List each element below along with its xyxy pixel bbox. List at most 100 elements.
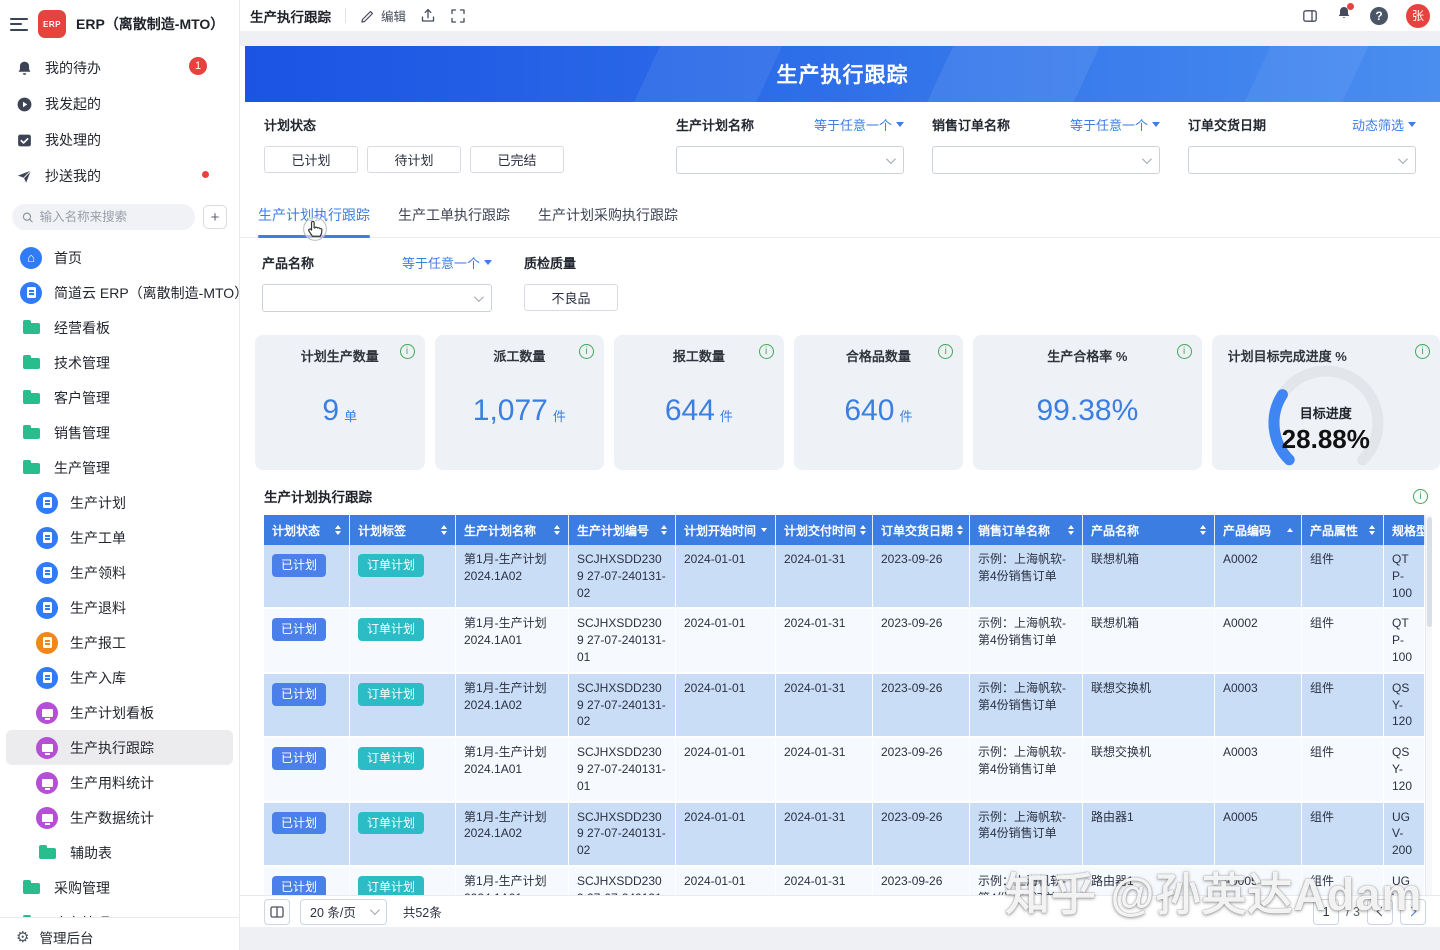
sidebar-item[interactable]: 采购管理 xyxy=(6,870,233,905)
delivery-date-select[interactable] xyxy=(1188,146,1416,174)
notifications-button[interactable] xyxy=(1336,5,1352,26)
sort-icon[interactable] xyxy=(335,525,341,535)
column-header[interactable]: 规格型号 xyxy=(1384,515,1425,545)
sidebar-item-cc-to-me[interactable]: 抄送我的 xyxy=(0,158,239,194)
table-cell: 示例：上海帆软-第4份销售订单 xyxy=(970,738,1083,800)
sidebar-item[interactable]: 生产退料 xyxy=(6,590,233,625)
operator-link[interactable]: 等于任意一个 xyxy=(402,253,492,272)
search-box[interactable] xyxy=(12,204,195,230)
sidebar-item-admin-console[interactable]: ⚙ 管理后台 xyxy=(0,917,239,950)
column-header[interactable]: 销售订单名称 xyxy=(970,515,1083,545)
sidebar-item[interactable]: 销售管理 xyxy=(6,415,233,450)
column-header[interactable]: 生产计划名称 xyxy=(456,515,569,545)
sidebar-item[interactable]: ⌂首页 xyxy=(6,240,233,275)
chevron-down-icon xyxy=(896,122,904,127)
tab-plan-tracking[interactable]: 生产计划执行跟踪 xyxy=(258,205,370,237)
filter-label: 质检质量 xyxy=(524,253,618,272)
sort-icon[interactable] xyxy=(1369,525,1375,535)
sort-icon[interactable] xyxy=(1200,525,1206,535)
column-header[interactable]: 计划交付时间 xyxy=(776,515,873,545)
sales-order-select[interactable] xyxy=(932,146,1160,174)
info-icon[interactable]: i xyxy=(1415,344,1430,359)
table-row[interactable]: 已计划订单计划第1月-生产计划 2024.1A02SCJHXSDD2309 27… xyxy=(264,803,1425,867)
tab-workorder-tracking[interactable]: 生产工单执行跟踪 xyxy=(398,205,510,237)
sort-icon[interactable] xyxy=(761,528,767,532)
table-row[interactable]: 已计划订单计划第1月-生产计划 2024.1A01SCJHXSDD2309 27… xyxy=(264,738,1425,802)
sort-icon[interactable] xyxy=(860,525,866,535)
gear-icon: ⚙ xyxy=(16,928,29,946)
product-name-select[interactable] xyxy=(262,284,492,312)
sidebar-item[interactable]: 生产工单 xyxy=(6,520,233,555)
sidebar-item[interactable]: 技术管理 xyxy=(6,345,233,380)
sidebar-item[interactable]: 生产管理 xyxy=(6,450,233,485)
sidebar-item[interactable]: 生产入库 xyxy=(6,660,233,695)
status-option-closed[interactable]: 已完结 xyxy=(470,146,564,173)
sidebar-item[interactable]: 客户管理 xyxy=(6,380,233,415)
collapse-sidebar-icon[interactable] xyxy=(10,18,28,31)
fullscreen-icon[interactable] xyxy=(450,8,466,24)
info-icon[interactable]: i xyxy=(400,344,415,359)
table-row[interactable]: 已计划订单计划第1月-生产计划 2024.1A02SCJHXSDD2309 27… xyxy=(264,674,1425,738)
sidebar-item[interactable]: 生产数据统计 xyxy=(6,800,233,835)
plan-name-select[interactable] xyxy=(676,146,904,174)
sidebar-item[interactable]: 经营看板 xyxy=(6,310,233,345)
prev-page-button[interactable] xyxy=(1367,899,1393,925)
column-settings-button[interactable] xyxy=(264,899,290,925)
table-row[interactable]: 已计划订单计划第1月-生产计划 2024.1A01SCJHXSDD2309 27… xyxy=(264,867,1425,895)
info-icon[interactable]: i xyxy=(1177,344,1192,359)
sidebar-item-my-todo[interactable]: 我的待办 1 xyxy=(0,50,239,86)
column-header[interactable]: 产品属性 xyxy=(1302,515,1384,545)
sidebar-item[interactable]: 生产报工 xyxy=(6,625,233,660)
table-scrollbar[interactable] xyxy=(1425,515,1432,895)
sort-icon[interactable] xyxy=(1068,525,1074,535)
info-icon[interactable]: i xyxy=(1413,489,1428,504)
avatar[interactable]: 张 xyxy=(1406,4,1430,28)
column-header[interactable]: 计划标签 xyxy=(350,515,456,545)
sidebar-item[interactable]: 生产执行跟踪 xyxy=(6,730,233,765)
operator-link[interactable]: 动态筛选 xyxy=(1352,115,1416,134)
table-cell: SCJHXSDD2309 27-07-240131-01 xyxy=(569,738,676,800)
operator-link[interactable]: 等于任意一个 xyxy=(814,115,904,134)
current-page-box[interactable]: 1 xyxy=(1313,899,1339,925)
sort-icon[interactable] xyxy=(661,525,667,535)
sort-icon[interactable] xyxy=(441,525,447,535)
sidebar-item[interactable]: 辅助表 xyxy=(6,835,233,870)
table-row[interactable]: 已计划订单计划第1月-生产计划 2024.1A02SCJHXSDD2309 27… xyxy=(264,545,1425,609)
info-icon[interactable]: i xyxy=(759,344,774,359)
operator-link[interactable]: 等于任意一个 xyxy=(1070,115,1160,134)
sidebar-item[interactable]: 生产计划 xyxy=(6,485,233,520)
sidebar-item-handled-by-me[interactable]: 我处理的 xyxy=(0,122,239,158)
sidebar-item[interactable]: 生产领料 xyxy=(6,555,233,590)
sidebar-item[interactable]: 生产计划看板 xyxy=(6,695,233,730)
sidebar-item[interactable]: 生产用料统计 xyxy=(6,765,233,800)
column-header[interactable]: 产品编码 xyxy=(1215,515,1302,545)
doc-icon xyxy=(36,667,58,689)
sidebar-item[interactable]: 简道云 ERP（离散制造-MTO）... xyxy=(6,275,233,310)
column-header[interactable]: 产品名称 xyxy=(1083,515,1215,545)
column-header[interactable]: 订单交货日期 xyxy=(873,515,970,545)
help-button[interactable]: ? xyxy=(1370,7,1388,25)
sort-icon[interactable] xyxy=(554,525,560,535)
info-icon[interactable]: i xyxy=(579,344,594,359)
next-page-button[interactable] xyxy=(1400,899,1426,925)
sort-icon[interactable] xyxy=(957,525,963,535)
page-size-select[interactable]: 20 条/页 xyxy=(300,899,387,925)
column-header[interactable]: 计划状态 xyxy=(264,515,350,545)
status-option-planned[interactable]: 已计划 xyxy=(264,146,358,173)
home-icon: ⌂ xyxy=(20,247,42,269)
table-row[interactable]: 已计划订单计划第1月-生产计划 2024.1A01SCJHXSDD2309 27… xyxy=(264,609,1425,673)
add-app-button[interactable]: + xyxy=(203,205,227,229)
qc-option-defective[interactable]: 不良品 xyxy=(524,284,618,311)
panel-toggle-icon[interactable] xyxy=(1302,8,1318,24)
search-input[interactable] xyxy=(40,210,185,224)
edit-button[interactable]: 编辑 xyxy=(360,6,406,25)
sort-icon[interactable] xyxy=(1287,528,1293,532)
share-icon[interactable] xyxy=(420,8,436,24)
tab-purchase-tracking[interactable]: 生产计划采购执行跟踪 xyxy=(538,205,678,237)
column-header[interactable]: 生产计划编号 xyxy=(569,515,676,545)
doc-orange-icon xyxy=(36,632,58,654)
column-header[interactable]: 计划开始时间 xyxy=(676,515,776,545)
status-option-pending[interactable]: 待计划 xyxy=(367,146,461,173)
doc-icon xyxy=(36,597,58,619)
sidebar-item-initiated-by-me[interactable]: 我发起的 xyxy=(0,86,239,122)
